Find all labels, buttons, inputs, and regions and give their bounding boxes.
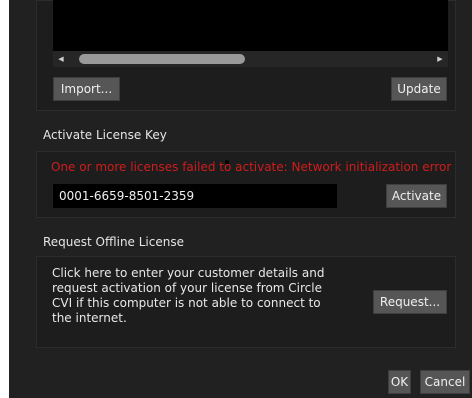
activate-button[interactable]: Activate bbox=[386, 184, 447, 208]
scrollbar-thumb[interactable] bbox=[79, 54, 245, 64]
offline-section-title: Request Offline License bbox=[43, 235, 184, 249]
offline-description: Click here to enter your customer detail… bbox=[52, 266, 325, 325]
update-button[interactable]: Update bbox=[391, 77, 447, 101]
activate-section-title: Activate License Key bbox=[43, 128, 167, 142]
cancel-button[interactable]: Cancel bbox=[420, 370, 470, 394]
scroll-left-arrow-icon[interactable]: ◀ bbox=[53, 51, 69, 67]
horizontal-scrollbar[interactable]: ◀ ▶ bbox=[53, 51, 448, 67]
ok-button[interactable]: OK bbox=[388, 370, 411, 394]
cursor-dot bbox=[225, 160, 229, 164]
license-dialog: ◀ ▶ Import... Update Activate License Ke… bbox=[9, 0, 472, 398]
scroll-right-arrow-icon[interactable]: ▶ bbox=[432, 51, 448, 67]
license-key-input[interactable] bbox=[53, 184, 337, 208]
activation-error-message: One or more licenses failed to activate:… bbox=[51, 160, 452, 174]
import-button[interactable]: Import... bbox=[53, 77, 120, 101]
request-button[interactable]: Request... bbox=[373, 290, 447, 314]
license-list[interactable] bbox=[53, 0, 448, 51]
